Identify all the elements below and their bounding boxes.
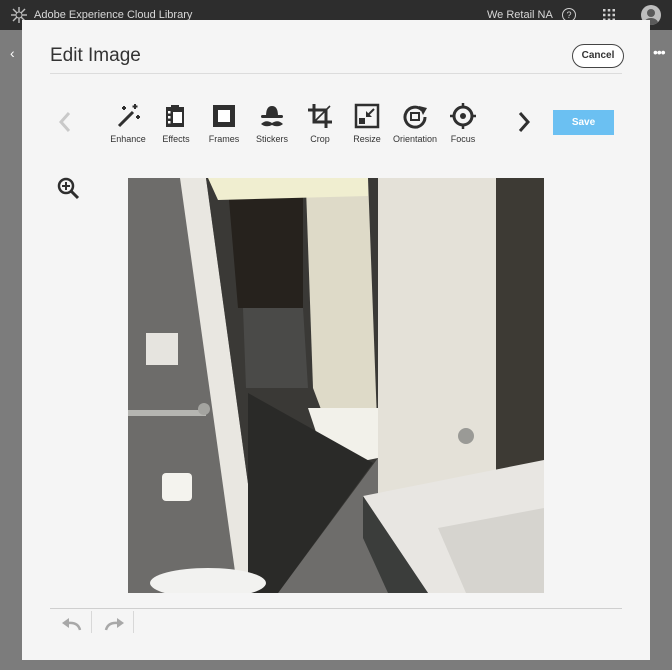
resize-icon <box>354 103 380 129</box>
background-back-icon: ‹ <box>10 45 15 61</box>
edit-image-dialog: Edit Image Cancel Enhance Effects Frames… <box>22 20 650 660</box>
save-button[interactable]: Save <box>553 110 614 135</box>
undo-icon[interactable] <box>60 615 84 635</box>
magic-wand-icon <box>117 104 140 128</box>
crop-icon <box>308 104 332 128</box>
chevron-right-icon[interactable] <box>514 107 534 137</box>
zoom-in-icon[interactable] <box>56 176 80 200</box>
tool-label: Focus <box>450 134 476 144</box>
header-divider <box>50 73 622 74</box>
frame-icon <box>213 105 235 127</box>
background-more-icon: ••• <box>653 44 666 60</box>
cancel-button[interactable]: Cancel <box>572 44 624 68</box>
footer-separator <box>91 611 92 633</box>
footer-divider <box>50 608 622 609</box>
image-canvas[interactable] <box>128 178 544 593</box>
tool-focus[interactable]: Focus <box>433 102 493 144</box>
redo-icon[interactable] <box>102 615 126 635</box>
film-strip-icon <box>166 105 184 127</box>
focus-target-icon <box>450 103 476 129</box>
chevron-left-icon[interactable] <box>55 107 75 137</box>
hat-mustache-icon <box>261 106 283 127</box>
photo-preview <box>128 178 544 593</box>
rotate-icon <box>403 105 427 129</box>
dialog-title: Edit Image <box>50 45 141 66</box>
footer-separator <box>133 611 134 633</box>
